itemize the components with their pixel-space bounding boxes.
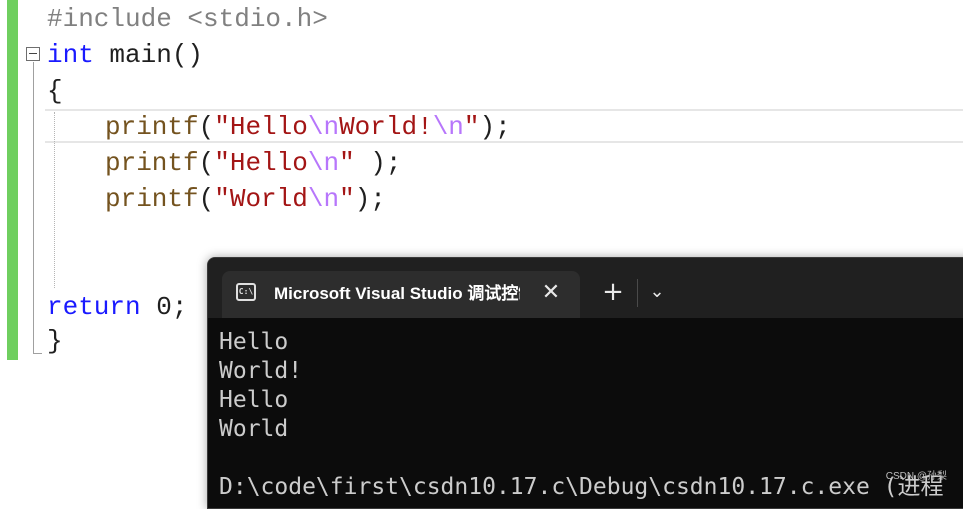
quote-open: " xyxy=(214,148,230,178)
code-line-printf-3[interactable]: printf("World\n"); xyxy=(105,181,386,217)
quote-open: " xyxy=(214,112,230,142)
output-line: World xyxy=(219,416,289,442)
open-paren: ( xyxy=(198,148,215,178)
statement-end: ); xyxy=(479,112,511,142)
open-paren: ( xyxy=(198,112,215,142)
statement-end: ); xyxy=(354,148,402,178)
quote-open: " xyxy=(214,184,230,214)
open-paren: ( xyxy=(198,184,215,214)
output-line: Hello xyxy=(219,329,289,355)
close-icon[interactable]: ✕ xyxy=(538,280,564,306)
code-line-main-signature[interactable]: int main() xyxy=(47,37,203,73)
string-literal: Hello xyxy=(229,112,308,142)
quote-close: " xyxy=(463,112,480,142)
keyword-int: int xyxy=(47,40,94,70)
output-line: World! xyxy=(219,358,303,384)
titlebar-divider xyxy=(637,279,638,307)
code-line-printf-2[interactable]: printf("Hello\n" ); xyxy=(105,145,402,181)
code-line-return[interactable]: return 0; xyxy=(47,289,187,325)
string-literal: World xyxy=(229,184,308,214)
close-brace: } xyxy=(47,326,63,356)
output-line: Hello xyxy=(219,387,289,413)
watermark: CSDN @孙梨 xyxy=(885,471,947,482)
debug-console-window[interactable]: C:\ Microsoft Visual Studio 调试控制台 ✕ + ⌄ … xyxy=(207,257,963,509)
escape-sequence: \n xyxy=(307,112,340,142)
string-literal: Hello xyxy=(229,148,308,178)
chevron-down-icon[interactable]: ⌄ xyxy=(644,277,670,307)
output-line: D:\code\first\csdn10.17.c\Debug\csdn10.1… xyxy=(219,474,944,500)
change-indicator-bar xyxy=(7,0,18,360)
return-value: 0; xyxy=(140,292,188,322)
main-declaration: main() xyxy=(93,40,204,70)
indent-guide xyxy=(54,112,55,288)
function-name: printf xyxy=(105,112,199,142)
string-literal: World! xyxy=(339,112,433,142)
code-line-close-brace[interactable]: } xyxy=(47,323,63,359)
open-brace: { xyxy=(47,76,63,106)
escape-sequence: \n xyxy=(307,184,340,214)
terminal-output[interactable]: Hello World! Hello World D:\code\first\c… xyxy=(219,328,963,502)
function-name: printf xyxy=(105,184,199,214)
plus-icon[interactable]: + xyxy=(598,277,628,307)
statement-end: ); xyxy=(354,184,386,214)
tab-title: Microsoft Visual Studio 调试控制台 xyxy=(274,284,520,303)
terminal-icon: C:\ xyxy=(236,283,256,301)
collapse-toggle-icon[interactable] xyxy=(26,47,40,61)
code-line-printf-1[interactable]: printf("Hello\nWorld!\n"); xyxy=(105,109,511,145)
code-line-open-brace[interactable]: { xyxy=(47,73,63,109)
escape-sequence: \n xyxy=(432,112,464,142)
function-name: printf xyxy=(105,148,199,178)
escape-sequence: \n xyxy=(307,148,340,178)
preprocessor-directive: #include <stdio.h> xyxy=(47,4,328,34)
quote-close: " xyxy=(339,148,355,178)
keyword-return: return xyxy=(47,292,141,322)
fold-guide-line xyxy=(33,62,34,354)
fold-guide-end xyxy=(33,353,42,354)
terminal-tab[interactable]: C:\ Microsoft Visual Studio 调试控制台 ✕ xyxy=(222,271,580,318)
quote-close: " xyxy=(339,184,355,214)
code-line-include[interactable]: #include <stdio.h> xyxy=(47,1,328,37)
terminal-titlebar[interactable]: C:\ Microsoft Visual Studio 调试控制台 ✕ + ⌄ xyxy=(208,258,963,318)
